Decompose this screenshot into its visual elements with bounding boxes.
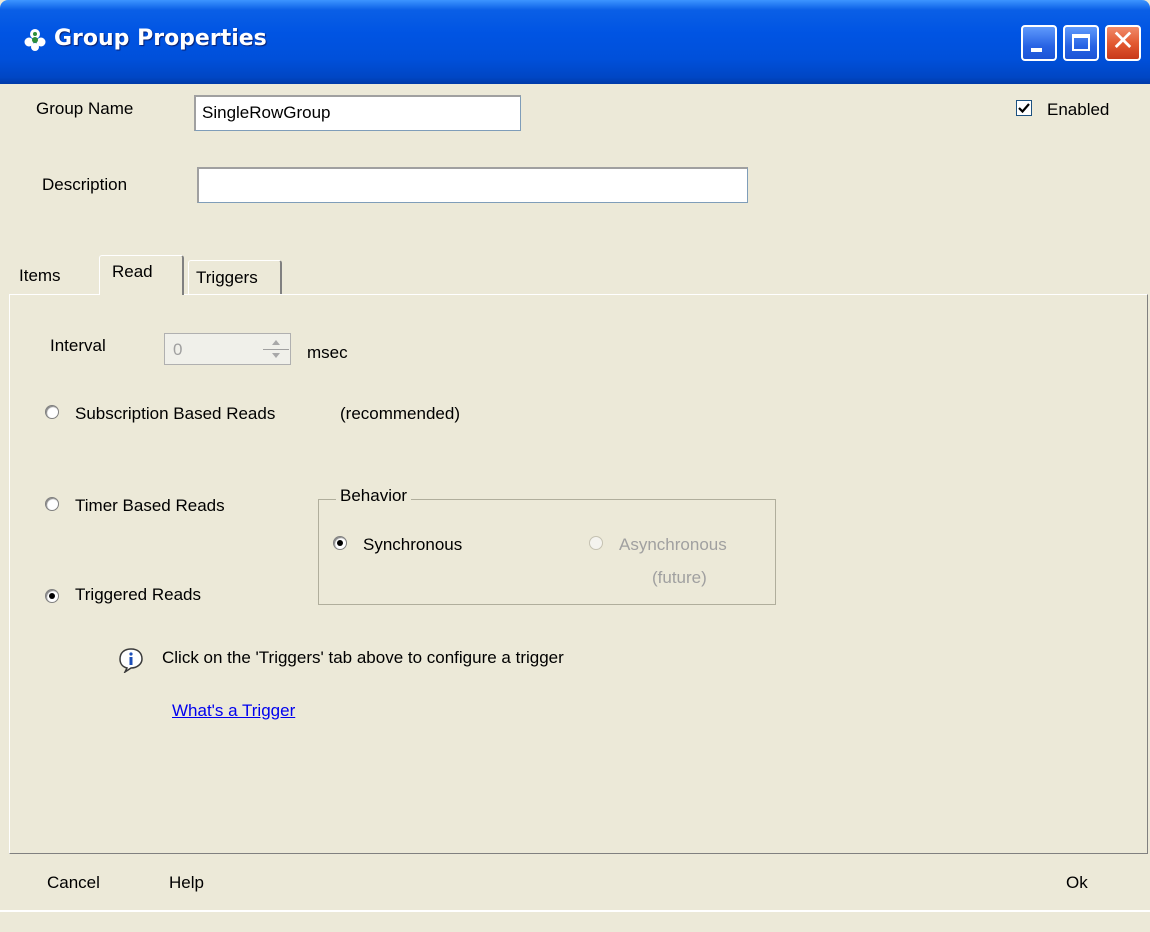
interval-spinner[interactable]: 0 xyxy=(164,333,291,365)
group-name-label: Group Name xyxy=(36,99,134,118)
bottom-divider xyxy=(0,910,1150,912)
group-name-input[interactable]: SingleRowGroup xyxy=(194,95,521,131)
spin-down-button[interactable] xyxy=(263,349,289,363)
description-label: Description xyxy=(42,175,128,194)
interval-unit-label: msec xyxy=(307,343,348,362)
trigger-info-text: Click on the 'Triggers' tab above to con… xyxy=(162,648,564,667)
synchronous-label[interactable]: Synchronous xyxy=(363,535,462,555)
triggered-reads-radio[interactable] xyxy=(45,589,59,603)
cancel-button[interactable]: Cancel xyxy=(47,873,100,893)
future-note: (future) xyxy=(652,568,707,587)
app-icon xyxy=(24,29,46,51)
maximize-button[interactable] xyxy=(1063,25,1099,61)
enabled-label: Enabled xyxy=(1047,100,1110,119)
timer-reads-label[interactable]: Timer Based Reads xyxy=(75,496,225,516)
description-input[interactable] xyxy=(197,167,748,203)
help-button[interactable]: Help xyxy=(169,873,204,893)
minimize-button[interactable] xyxy=(1021,25,1057,61)
title-bar[interactable]: Group Properties ✕ xyxy=(0,0,1150,84)
window-title: Group Properties xyxy=(54,26,267,51)
interval-label: Interval xyxy=(50,336,106,355)
bottom-button-bar: Cancel Help Ok xyxy=(0,856,1150,932)
minimize-icon xyxy=(1031,48,1042,52)
close-icon: ✕ xyxy=(1111,24,1135,57)
tab-read[interactable]: Read xyxy=(99,255,184,295)
tab-items[interactable]: Items xyxy=(19,266,61,286)
timer-reads-radio[interactable] xyxy=(45,497,59,511)
tab-read-label: Read xyxy=(112,262,153,281)
asynchronous-radio xyxy=(589,536,603,550)
maximize-icon xyxy=(1072,34,1090,51)
group-properties-dialog: Group Properties ✕ Group Name SingleRowG… xyxy=(0,0,1150,932)
triggered-reads-label[interactable]: Triggered Reads xyxy=(75,585,201,605)
close-button[interactable]: ✕ xyxy=(1105,24,1141,61)
info-icon xyxy=(119,648,143,673)
asynchronous-label: Asynchronous xyxy=(619,535,727,554)
spin-up-button[interactable] xyxy=(263,335,289,350)
check-icon xyxy=(1018,103,1030,114)
synchronous-radio[interactable] xyxy=(333,536,347,550)
down-arrow-icon xyxy=(272,353,280,358)
tab-triggers-label: Triggers xyxy=(196,268,258,287)
recommended-note: (recommended) xyxy=(340,404,460,423)
subscription-reads-label[interactable]: Subscription Based Reads xyxy=(75,404,275,424)
interval-value: 0 xyxy=(173,340,183,359)
enabled-checkbox[interactable] xyxy=(1016,100,1032,116)
ok-button[interactable]: Ok xyxy=(1066,873,1088,893)
tab-triggers[interactable]: Triggers xyxy=(188,260,282,294)
up-arrow-icon xyxy=(272,340,280,345)
whats-a-trigger-link[interactable]: What's a Trigger xyxy=(172,701,295,721)
behavior-legend: Behavior xyxy=(336,486,412,506)
subscription-reads-radio[interactable] xyxy=(45,405,59,419)
